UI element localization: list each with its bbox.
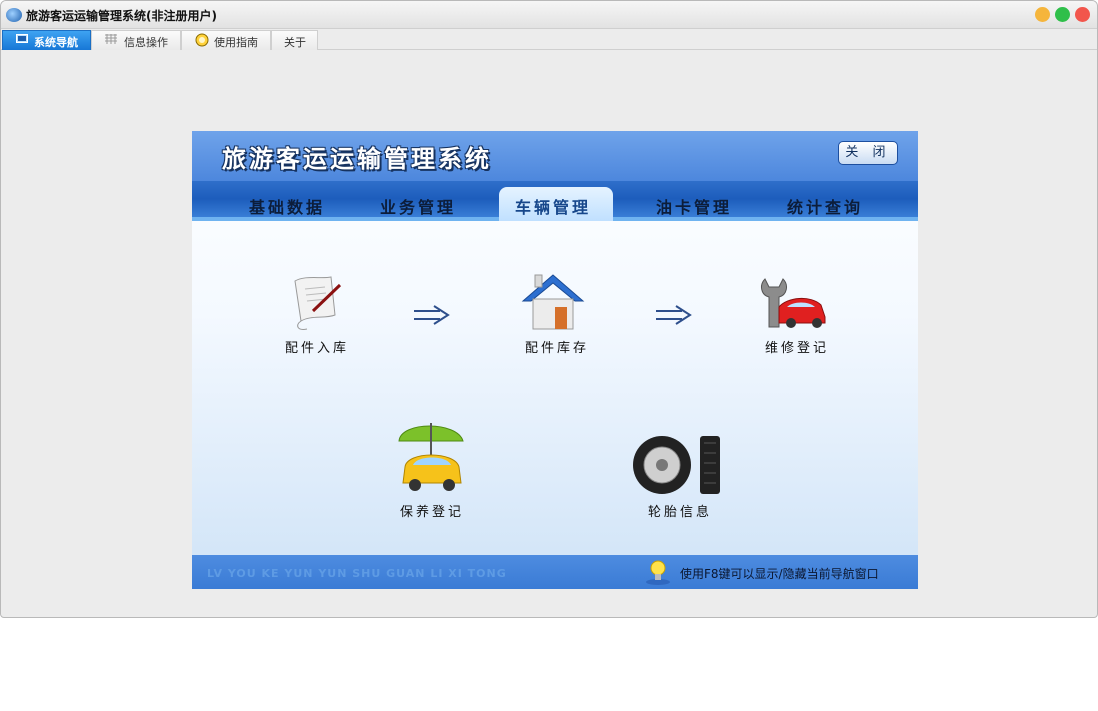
tire-info-item[interactable]: 轮胎信息	[632, 435, 724, 521]
menu-business-management[interactable]: 业务管理	[380, 194, 456, 218]
parts-inventory-item[interactable]: 配件库存	[517, 271, 592, 357]
tab-system-navigation[interactable]: 系统导航	[2, 30, 91, 50]
menu-fuel-card-management[interactable]: 油卡管理	[656, 194, 732, 218]
repair-registration-label: 维修登记	[765, 341, 830, 356]
arrow-right-icon	[414, 305, 450, 325]
tab-info-operation[interactable]: 信息操作	[91, 30, 181, 50]
tire-icon	[633, 436, 720, 494]
wrench-car-icon	[761, 278, 826, 328]
clock-icon	[195, 33, 209, 47]
parts-inbound-label: 配件入库	[285, 341, 350, 356]
parts-inbound-item[interactable]: 配件入库	[280, 271, 350, 357]
menu-basic-data[interactable]: 基础数据	[249, 194, 325, 218]
footer-hint: 使用F8键可以显示/隐藏当前导航窗口	[680, 567, 879, 581]
tab-label: 使用指南	[214, 36, 258, 49]
tab-label: 关于	[284, 36, 306, 49]
umbrella-car-icon	[398, 423, 464, 491]
tab-user-guide[interactable]: 使用指南	[181, 30, 271, 50]
tab-label: 信息操作	[124, 36, 168, 49]
nav-body: 配件入库 配件库存 维修登记 保养登记 轮胎信息	[192, 221, 918, 555]
close-nav-button[interactable]: 关 闭	[838, 141, 898, 165]
tab-bar: 系统导航 信息操作 使用指南 关于	[1, 29, 1097, 50]
minimize-button[interactable]	[1035, 7, 1050, 22]
app-window: 旅游客运运输管理系统(非注册用户) 系统导航 信息操作 使用指南 关于 旅游客运…	[0, 0, 1098, 618]
house-icon	[521, 274, 585, 330]
nav-header: 旅游客运运输管理系统 关 闭	[192, 131, 918, 181]
maintenance-registration-item[interactable]: 保养登记	[397, 411, 477, 521]
maintenance-registration-label: 保养登记	[400, 505, 465, 520]
monitor-icon	[16, 34, 28, 43]
lightbulb-icon	[646, 560, 670, 585]
navigation-panel: 旅游客运运输管理系统 关 闭 基础数据 业务管理 车辆管理 油卡管理 统计查询	[192, 131, 918, 589]
grid-icon	[105, 34, 117, 44]
arrow-right-icon	[656, 305, 692, 325]
close-window-button[interactable]	[1075, 7, 1090, 22]
nav-title: 旅游客运运输管理系统	[222, 144, 492, 173]
nav-menu: 基础数据 业务管理 车辆管理 油卡管理 统计查询	[192, 181, 918, 221]
footer-pinyin: LV YOU KE YUN YUN SHU GUAN LI XI TONG	[207, 567, 507, 580]
tire-info-label: 轮胎信息	[648, 505, 713, 520]
menu-statistics-query[interactable]: 统计查询	[787, 194, 863, 218]
maximize-button[interactable]	[1055, 7, 1070, 22]
window-title: 旅游客运运输管理系统(非注册用户)	[26, 9, 217, 23]
repair-registration-item[interactable]: 维修登记	[757, 271, 832, 357]
nav-footer: LV YOU KE YUN YUN SHU GUAN LI XI TONG 使用…	[192, 555, 918, 589]
tab-label: 系统导航	[34, 36, 78, 49]
parts-inventory-label: 配件库存	[525, 341, 590, 356]
app-logo-icon	[6, 8, 22, 22]
tab-about[interactable]: 关于	[271, 30, 318, 50]
title-bar[interactable]: 旅游客运运输管理系统(非注册用户)	[1, 1, 1097, 29]
menu-vehicle-management[interactable]: 车辆管理	[499, 187, 613, 221]
document-pen-icon	[294, 276, 342, 330]
